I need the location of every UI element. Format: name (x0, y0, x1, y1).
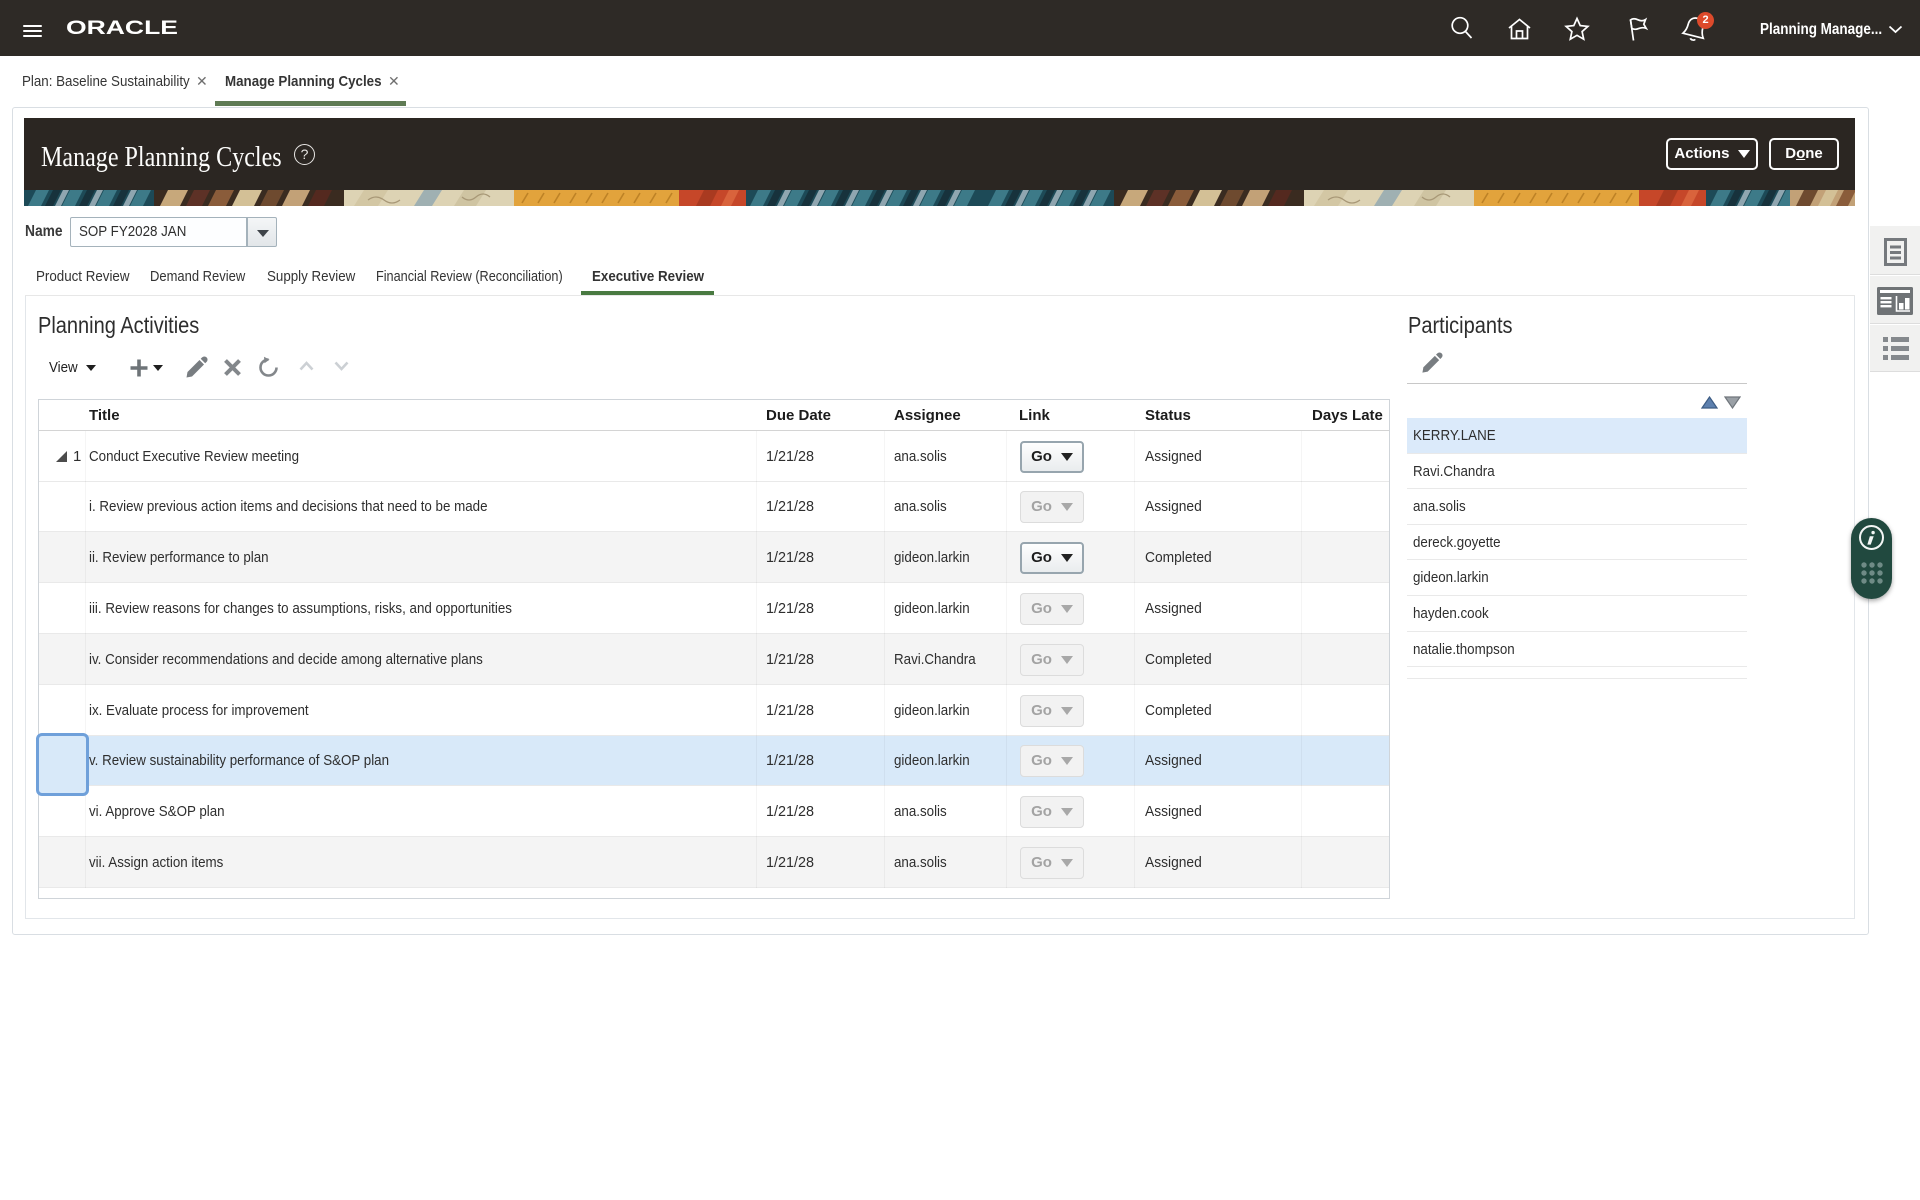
svg-text:ORACLE: ORACLE (66, 20, 178, 37)
